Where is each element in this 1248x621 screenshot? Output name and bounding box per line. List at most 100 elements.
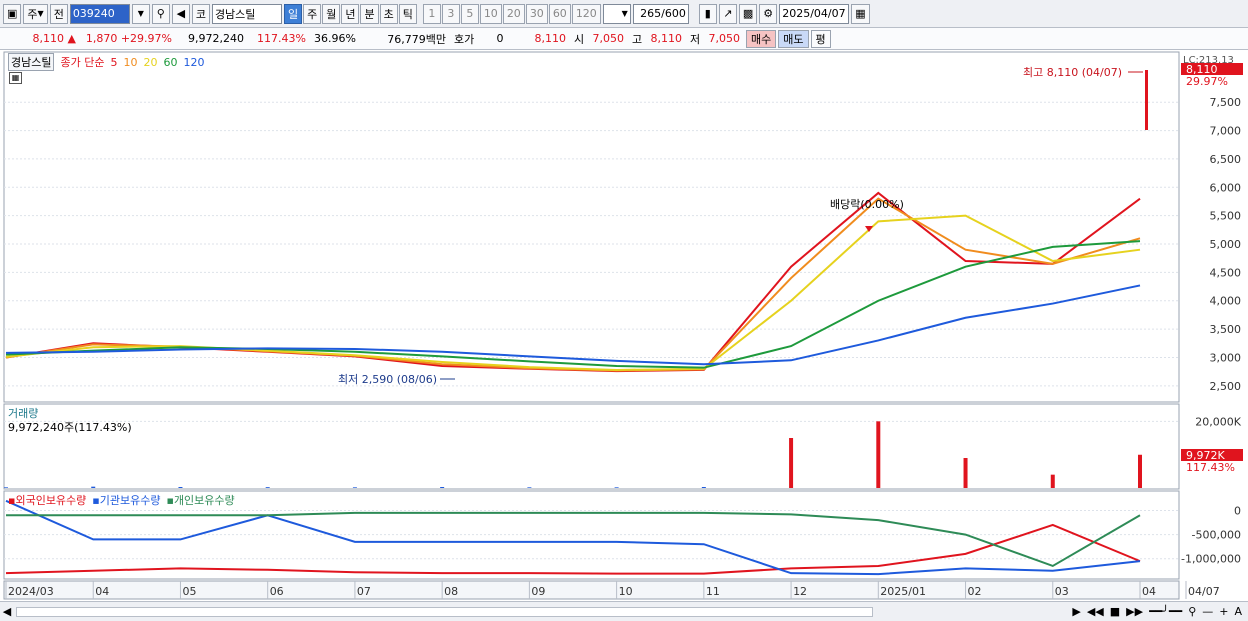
- volume-summary: 9,972,240주(117.43%): [8, 421, 132, 434]
- code-type-button[interactable]: 코: [191, 3, 210, 24]
- scroll-left-icon[interactable]: ◀: [0, 605, 14, 618]
- change-value: 1,870: [85, 32, 118, 45]
- interval-button-3[interactable]: 3: [441, 3, 460, 24]
- low-value: 7,050: [708, 32, 741, 45]
- open-label: 시: [574, 32, 585, 46]
- high-value: 8,110: [650, 32, 683, 45]
- volume-bar: [614, 487, 619, 488]
- holding-tick-label: -1,000,000: [1181, 553, 1241, 566]
- price-tick-label: 4,000: [1210, 295, 1242, 308]
- hoga-value: 0: [496, 32, 504, 45]
- period-tab-0[interactable]: 일: [283, 3, 303, 24]
- amount-value: 76,779백만: [387, 32, 446, 46]
- slider-icon[interactable]: ━━╯━━: [1149, 605, 1182, 618]
- count-input[interactable]: 265/600: [632, 3, 689, 24]
- holding-tick-label: 0: [1234, 504, 1241, 517]
- x-tick-label: 04: [95, 585, 109, 598]
- ma-period-5: 5: [110, 55, 118, 69]
- last-candle: [1145, 70, 1148, 130]
- open-value: 7,050: [592, 32, 625, 45]
- stock-name-field[interactable]: 경남스틸: [211, 3, 282, 24]
- interval-button-1[interactable]: 1: [422, 3, 441, 24]
- eval-button[interactable]: 평: [810, 29, 831, 48]
- high-annotation: 최고 8,110 (04/07): [1023, 66, 1122, 79]
- change-pct: +29.97%: [120, 32, 172, 45]
- count-max: /600: [661, 7, 686, 20]
- price-tick-label: 7,000: [1210, 125, 1242, 138]
- price-tick-label: 5,500: [1210, 210, 1242, 223]
- market-select[interactable]: 주 ▼: [23, 3, 48, 24]
- candle-icon[interactable]: ▮: [698, 3, 717, 24]
- volume-bar: [701, 487, 706, 488]
- stock-code-input[interactable]: 039240: [69, 3, 130, 24]
- gear-icon[interactable]: ⚙: [759, 3, 778, 24]
- price-change: 1,870 +29.97%: [80, 32, 176, 45]
- interval-select[interactable]: ▼: [602, 3, 631, 24]
- interval-button-5[interactable]: 5: [460, 3, 479, 24]
- play-icon[interactable]: ▶: [1072, 605, 1080, 618]
- interval-button-120[interactable]: 120: [571, 3, 601, 24]
- stop-icon[interactable]: ■: [1110, 605, 1120, 618]
- period-tab-4[interactable]: 분: [360, 3, 379, 24]
- holding-tick-label: -500,000: [1192, 529, 1241, 542]
- hoga-price: 8,110: [534, 32, 567, 45]
- x-tick-label: 02: [968, 585, 982, 598]
- x-tick-label: 2024/03: [8, 585, 54, 598]
- price-value: 8,110: [32, 32, 65, 45]
- volume-bar: [1050, 474, 1055, 488]
- buy-button[interactable]: 매수: [746, 29, 777, 48]
- chevron-down-icon: ▼: [37, 9, 44, 18]
- volume-bar: [4, 487, 8, 488]
- chart-scrollbar[interactable]: ◀ ▶ ◀◀ ■ ▶▶ ━━╯━━ ⚲ — + A: [0, 601, 1248, 621]
- volume-bar: [1138, 454, 1142, 488]
- volume-tick-label: 20,000K: [1195, 415, 1241, 428]
- scroll-track[interactable]: [16, 606, 873, 617]
- price-tick-label: 3,000: [1210, 351, 1242, 364]
- ma-period-10: 10: [123, 55, 138, 69]
- interval-button-10[interactable]: 10: [479, 3, 502, 24]
- low-annotation: 최저 2,590 (08/06): [338, 373, 437, 386]
- period-tabs: 일주월년분초틱: [283, 3, 417, 24]
- font-size-icon[interactable]: A: [1234, 605, 1242, 618]
- chart-toolbar: ▣ 주 ▼ 전 039240 ▼ ⚲ ◀ 코 경남스틸 일주월년분초틱 1 3 5 10…: [0, 0, 1248, 28]
- interval-button-30[interactable]: 30: [525, 3, 548, 24]
- volume-ratio: 117.43%: [257, 32, 306, 45]
- period-tab-5[interactable]: 초: [379, 3, 398, 24]
- x-tick-label: 12: [793, 585, 807, 598]
- period-tab-3[interactable]: 년: [341, 3, 360, 24]
- zoom-icon[interactable]: ⚲: [1188, 605, 1196, 618]
- ma-period-20: 20: [143, 55, 158, 69]
- volume-bar: [91, 486, 96, 488]
- chart-canvas[interactable]: 2,500 3,000 3,500 4,000 4,500 5,000 5,500 6,000…: [0, 50, 1248, 601]
- chart-type-icon[interactable]: ▣: [3, 3, 22, 24]
- current-price: 8,110 ▲: [0, 32, 80, 45]
- interval-button-20[interactable]: 20: [502, 3, 525, 24]
- volume-panel-frame: [3, 403, 1180, 490]
- plus-icon[interactable]: +: [1219, 605, 1228, 618]
- price-tick-label: 3,500: [1210, 323, 1242, 336]
- interval-button-60[interactable]: 60: [548, 3, 571, 24]
- calendar-icon[interactable]: ▦: [851, 3, 870, 24]
- last-price-pct: 29.97%: [1186, 75, 1228, 88]
- low-label: 저: [690, 32, 701, 46]
- code-dropdown[interactable]: ▼: [131, 3, 150, 24]
- period-tab-1[interactable]: 주: [303, 3, 322, 24]
- minus-icon[interactable]: —: [1202, 605, 1213, 618]
- period-tab-6[interactable]: 틱: [398, 3, 417, 24]
- sell-button[interactable]: 매도: [778, 29, 809, 48]
- grid-icon[interactable]: ▦: [9, 72, 22, 84]
- save-icon[interactable]: ▩: [738, 3, 758, 24]
- date-input[interactable]: 2025/04/07: [779, 3, 850, 24]
- speaker-icon[interactable]: ◀: [171, 3, 190, 24]
- search-icon[interactable]: ⚲: [151, 3, 170, 24]
- prev-button[interactable]: 전: [49, 3, 68, 24]
- stock-tag[interactable]: 경남스틸: [8, 53, 55, 71]
- chevron-down-icon: ▼: [621, 9, 628, 18]
- volume-bar: [876, 421, 881, 488]
- draw-tool-icon[interactable]: ↗: [718, 3, 737, 24]
- volume-value: 9,972,240: [188, 32, 244, 45]
- price-tick-label: 2,500: [1210, 380, 1242, 393]
- period-tab-2[interactable]: 월: [322, 3, 341, 24]
- forward-icon[interactable]: ▶▶: [1126, 605, 1143, 618]
- rewind-icon[interactable]: ◀◀: [1087, 605, 1104, 618]
